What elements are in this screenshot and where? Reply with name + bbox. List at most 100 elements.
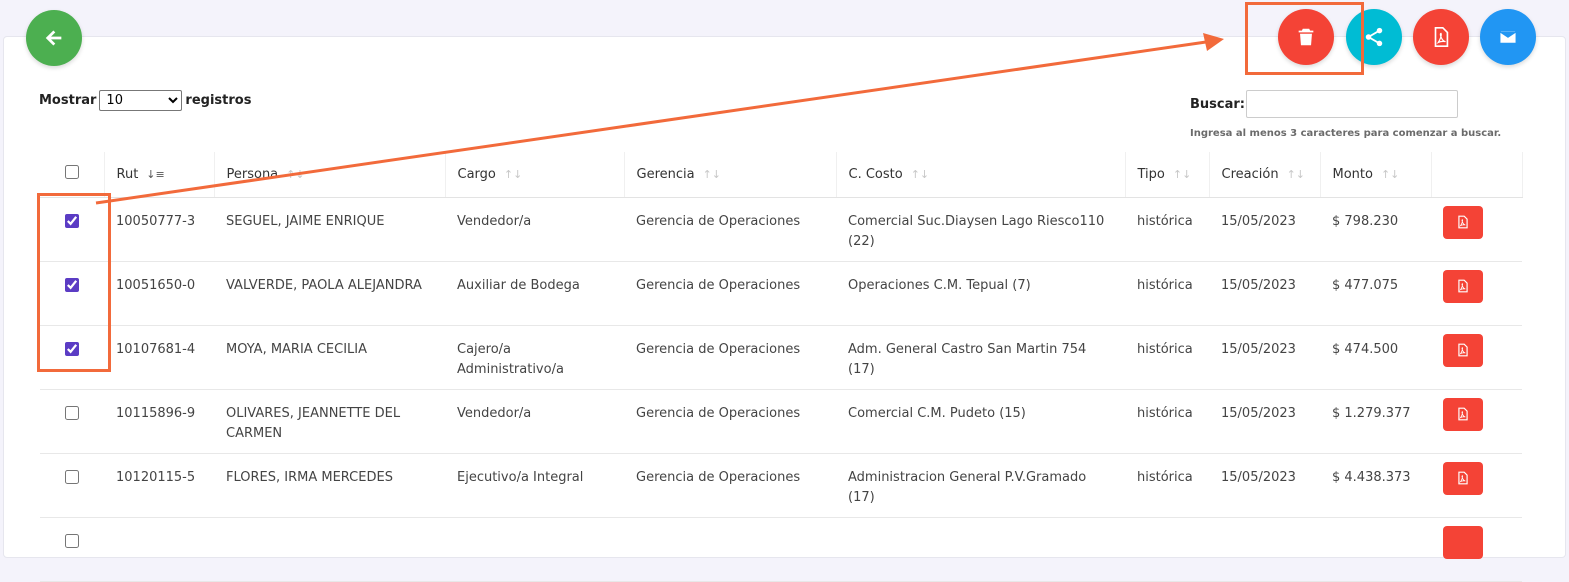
sort-desc-icon: ↓≡ <box>146 167 165 181</box>
row-pdf-button[interactable] <box>1443 333 1483 367</box>
column-header-rut[interactable]: Rut ↓≡ <box>104 152 215 198</box>
pdf-button[interactable] <box>1413 9 1469 65</box>
email-button[interactable] <box>1480 9 1536 65</box>
header-label: Cargo <box>457 166 496 182</box>
cell-creacion: 15/05/2023 <box>1209 453 1320 518</box>
header-label: Creación <box>1221 166 1279 182</box>
sort-icon: ↑↓ <box>910 167 930 181</box>
length-label-after: registros <box>185 93 252 108</box>
search-hint: Ingresa al menos 3 caracteres para comen… <box>1190 128 1502 139</box>
search-input[interactable] <box>1246 90 1458 118</box>
column-header-actions <box>1431 152 1523 198</box>
cell-persona: VALVERDE, PAOLA ALEJANDRA <box>214 261 445 326</box>
row-checkbox[interactable] <box>65 277 79 292</box>
table-row: 10120115-5 FLORES, IRMA MERCEDES Ejecuti… <box>40 453 1522 518</box>
cell-cargo: Cajero/a Administrativo/a <box>445 325 624 390</box>
sort-icon: ↑↓ <box>1380 167 1400 181</box>
table-row-partial <box>40 517 1522 582</box>
sort-icon: ↑↓ <box>286 167 305 181</box>
column-header-persona[interactable]: Persona ↑↓ <box>214 152 446 198</box>
cell-creacion: 15/05/2023 <box>1209 261 1320 326</box>
header-label: Monto <box>1332 166 1373 182</box>
row-checkbox[interactable] <box>65 213 79 228</box>
share-button[interactable] <box>1346 9 1402 65</box>
table-row: 10107681-4 MOYA, MARIA CECILIA Cajero/a … <box>40 325 1522 390</box>
column-header-monto[interactable]: Monto ↑↓ <box>1320 152 1432 198</box>
cell-rut: 10051650-0 <box>104 261 214 326</box>
page-length-control: Mostrar 10 registros <box>39 90 251 111</box>
cell-cargo: Auxiliar de Bodega <box>445 261 624 326</box>
delete-button[interactable] <box>1278 9 1334 65</box>
cell-gerencia: Gerencia de Operaciones <box>624 453 836 518</box>
cell-creacion: 15/05/2023 <box>1209 197 1320 262</box>
cell-gerencia: Gerencia de Operaciones <box>624 325 836 390</box>
pdf-icon <box>1434 27 1449 47</box>
row-checkbox[interactable] <box>65 341 79 356</box>
pdf-icon <box>1458 215 1468 229</box>
cell-costo: Comercial Suc.Diaysen Lago Riesco110 (22… <box>836 197 1125 262</box>
column-header-cargo[interactable]: Cargo ↑↓ <box>445 152 625 198</box>
cell-tipo: histórica <box>1125 325 1209 390</box>
row-checkbox[interactable] <box>65 405 79 420</box>
table-row: 10115896-9 OLIVARES, JEANNETTE DEL CARME… <box>40 389 1522 454</box>
cell-monto: $ 4.438.373 <box>1320 453 1431 518</box>
page-length-select[interactable]: 10 <box>99 90 183 111</box>
cell-tipo: histórica <box>1125 389 1209 454</box>
cell-persona: MOYA, MARIA CECILIA <box>214 325 445 390</box>
cell-tipo: histórica <box>1125 453 1209 518</box>
row-checkbox[interactable] <box>65 533 79 548</box>
length-label-before: Mostrar <box>39 93 97 108</box>
cell-gerencia: Gerencia de Operaciones <box>624 197 836 262</box>
cell-persona: SEGUEL, JAIME ENRIQUE <box>214 197 445 262</box>
cell-costo: Operaciones C.M. Tepual (7) <box>836 261 1125 326</box>
cell-costo: Adm. General Castro San Martin 754 (17) <box>836 325 1125 390</box>
sort-icon: ↑↓ <box>503 167 523 181</box>
cell-gerencia: Gerencia de Operaciones <box>624 261 836 326</box>
cell-rut: 10120115-5 <box>104 453 214 518</box>
column-header-gerencia[interactable]: Gerencia ↑↓ <box>624 152 837 198</box>
search-control: Buscar: <box>1190 90 1458 118</box>
header-label: Rut <box>116 166 139 182</box>
header-label: Persona <box>226 166 279 182</box>
cell-tipo: histórica <box>1125 197 1209 262</box>
header-label: Gerencia <box>636 166 695 182</box>
envelope-icon <box>1499 29 1517 45</box>
cell-monto: $ 1.279.377 <box>1320 389 1431 454</box>
cell-cargo: Vendedor/a <box>445 389 624 454</box>
row-pdf-button[interactable] <box>1443 205 1483 239</box>
cell-gerencia: Gerencia de Operaciones <box>624 389 836 454</box>
back-button[interactable] <box>26 10 82 66</box>
sort-icon: ↑↓ <box>1172 167 1192 181</box>
row-pdf-button[interactable] <box>1443 397 1483 431</box>
cell-monto: $ 477.075 <box>1320 261 1431 326</box>
column-header-tipo[interactable]: Tipo ↑↓ <box>1125 152 1210 198</box>
pdf-icon <box>1458 407 1468 421</box>
cell-cargo: Ejecutivo/a Integral <box>445 453 624 518</box>
pdf-icon <box>1458 471 1468 485</box>
cell-costo: Comercial C.M. Pudeto (15) <box>836 389 1125 454</box>
sort-icon: ↑↓ <box>702 167 722 181</box>
column-header-costo[interactable]: C. Costo ↑↓ <box>836 152 1126 198</box>
cell-costo: Administracion General P.V.Gramado (17) <box>836 453 1125 518</box>
select-all-checkbox[interactable] <box>64 165 79 180</box>
trash-icon <box>1298 28 1314 46</box>
column-header-creacion[interactable]: Creación ↑↓ <box>1209 152 1321 198</box>
data-table: Rut ↓≡ Persona ↑↓ Cargo ↑↓ Gerencia ↑↓ C. Co… <box>40 152 1523 582</box>
cell-monto: $ 798.230 <box>1320 197 1431 262</box>
row-pdf-button[interactable] <box>1443 461 1483 495</box>
cell-cargo: Vendedor/a <box>445 197 624 262</box>
arrow-left-icon <box>45 30 62 46</box>
pdf-icon <box>1458 343 1468 357</box>
row-pdf-button[interactable] <box>1443 269 1483 303</box>
sort-icon: ↑↓ <box>1286 167 1305 181</box>
select-all-header <box>40 152 105 198</box>
share-icon <box>1365 27 1383 47</box>
row-pdf-button[interactable] <box>1443 525 1483 559</box>
table-row: 10050777-3 SEGUEL, JAIME ENRIQUE Vendedo… <box>40 197 1522 262</box>
cell-monto: $ 474.500 <box>1320 325 1431 390</box>
cell-rut: 10107681-4 <box>104 325 214 390</box>
cell-creacion: 15/05/2023 <box>1209 325 1320 390</box>
table-row: 10051650-0 VALVERDE, PAOLA ALEJANDRA Aux… <box>40 261 1522 326</box>
row-checkbox[interactable] <box>65 469 79 484</box>
header-label: C. Costo <box>848 166 903 182</box>
